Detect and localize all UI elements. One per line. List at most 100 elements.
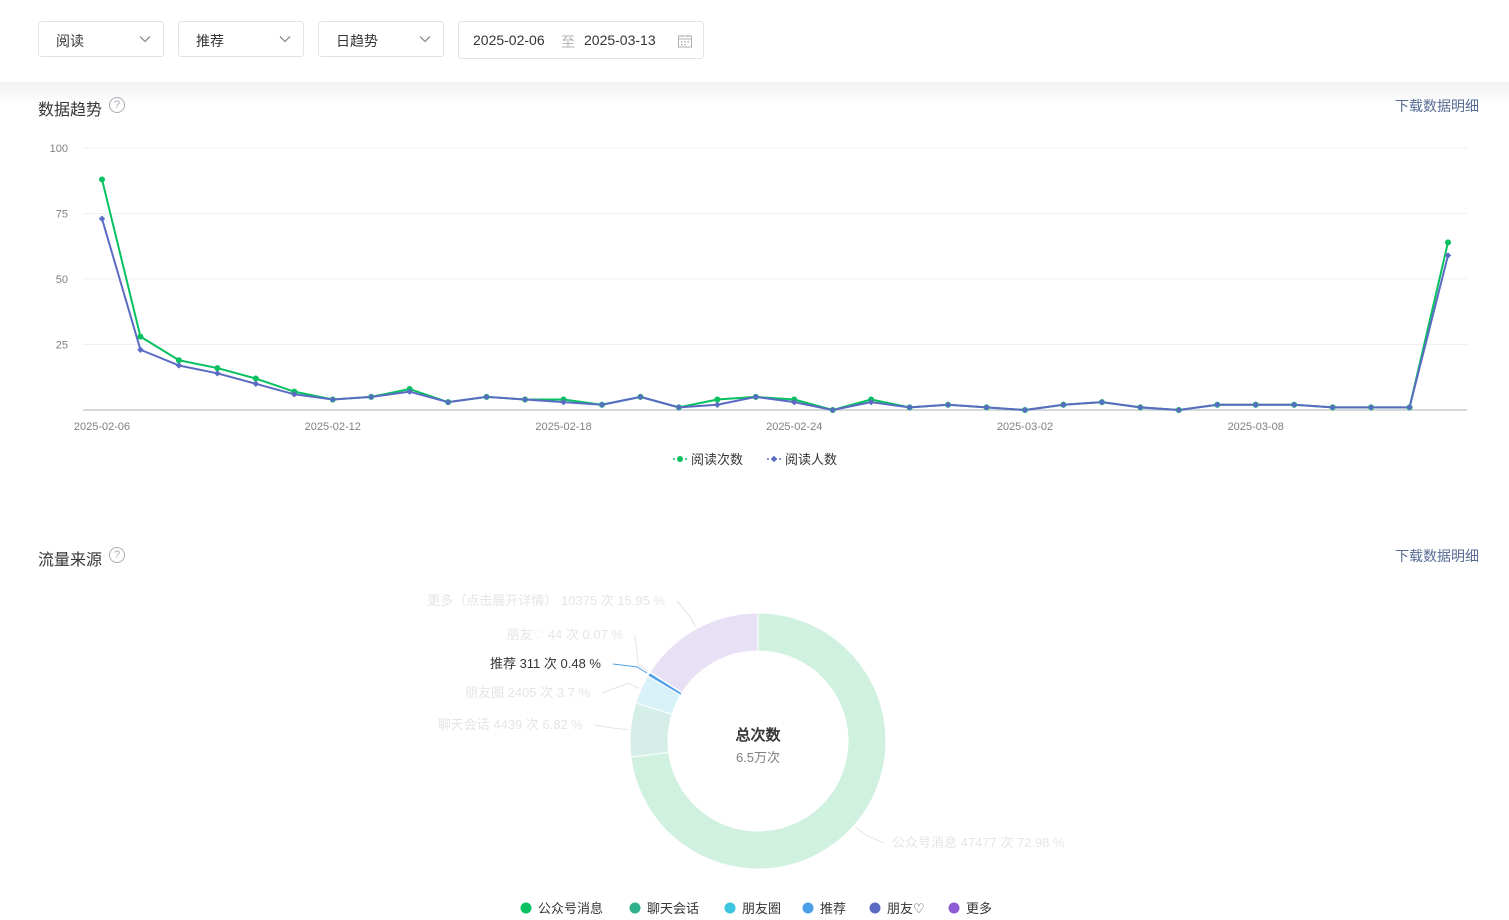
series-2-point[interactable] <box>329 396 336 403</box>
slice-label: 更多（点击展开详情） 10375 次 15.95 % <box>427 593 665 608</box>
leader-line <box>601 682 640 694</box>
legend-marker-icon <box>677 456 683 462</box>
pie-legend-item-3[interactable]: 朋友圈 <box>724 901 782 916</box>
legend-dot-icon <box>724 902 736 914</box>
slice-label: 朋友圈 2405 次 3.7 % <box>465 685 590 700</box>
source-select-label: 推荐 <box>196 33 224 49</box>
series-2-point[interactable] <box>214 370 221 377</box>
trend-download-link[interactable]: 下载数据明细 <box>1395 96 1479 116</box>
series-2-point[interactable] <box>1214 401 1221 408</box>
series-2-point[interactable] <box>829 406 836 414</box>
date-separator: 至 <box>561 34 575 50</box>
series-2-point[interactable] <box>1175 406 1182 414</box>
series-2-point[interactable] <box>521 396 529 403</box>
leader-line <box>594 724 629 731</box>
pie-legend-item-2[interactable]: 聊天会话 <box>629 901 700 916</box>
date-end[interactable]: 2025-03-13 <box>584 32 656 48</box>
series-2-point[interactable] <box>175 362 183 369</box>
legend-item-1[interactable]: 阅读次数 <box>673 452 743 467</box>
series-line-1 <box>101 179 1449 411</box>
x-tick-label: 2025-02-24 <box>766 421 822 433</box>
pie-legend-label: 更多 <box>966 901 992 916</box>
chevron-down-icon <box>279 36 291 43</box>
y-tick-label: 75 <box>56 209 68 221</box>
metric-select[interactable]: 阅读 <box>38 21 164 57</box>
trend-help-icon[interactable]: ? <box>109 97 125 113</box>
series-2-point[interactable] <box>714 401 721 408</box>
legend-dot-icon <box>520 902 532 914</box>
trend-line-chart: 25 50 75 100 2025-02-06 2025-02-12 2025-02-18 2… <box>50 143 1467 467</box>
series-2-point[interactable] <box>137 346 144 353</box>
chevron-down-icon <box>139 36 151 43</box>
series-2-point[interactable] <box>444 398 452 406</box>
series-2-point[interactable] <box>98 215 106 222</box>
traffic-help-icon[interactable]: ? <box>109 547 125 563</box>
legend-label: 阅读次数 <box>691 452 743 467</box>
donut-center-value: 6.5万次 <box>736 750 780 765</box>
pie-legend-label: 推荐 <box>820 901 846 916</box>
series-2-point[interactable] <box>752 393 759 401</box>
traffic-title: 流量来源 <box>38 552 103 569</box>
series-2-point[interactable] <box>1098 398 1106 406</box>
legend-dot-icon <box>629 902 641 914</box>
trend-title: 数据趋势 <box>38 102 103 119</box>
series-2-point[interactable] <box>637 393 644 401</box>
series-2-point[interactable] <box>368 393 375 401</box>
source-select[interactable]: 推荐 <box>178 21 304 57</box>
pie-legend-label: 聊天会话 <box>647 901 699 916</box>
y-tick-label: 25 <box>56 340 68 352</box>
series-line-2 <box>101 218 1449 411</box>
series-2-point[interactable] <box>1021 406 1029 414</box>
series-2-point[interactable] <box>598 401 606 408</box>
leader-line <box>855 826 885 844</box>
calendar-icon <box>678 34 692 48</box>
pie-legend-label: 公众号消息 <box>538 901 603 916</box>
x-tick-label: 2025-02-18 <box>535 421 591 433</box>
legend-dot-icon <box>869 902 881 914</box>
toolbar-shadow <box>0 82 1509 106</box>
donut-center-title: 总次数 <box>735 726 781 744</box>
slice-label: 推荐 311 次 0.48 % <box>490 656 601 671</box>
leader-line <box>634 634 649 672</box>
leader-line <box>612 663 648 674</box>
x-tick-label: 2025-03-08 <box>1228 421 1284 433</box>
legend-dot-icon <box>948 902 960 914</box>
chevron-down-icon <box>419 36 431 43</box>
slice-label: 公众号消息 47477 次 72.98 % <box>892 835 1065 850</box>
leader-line <box>676 600 696 628</box>
x-tick-label: 2025-02-12 <box>305 421 361 433</box>
metric-select-label: 阅读 <box>56 33 84 49</box>
pie-legend-item-1[interactable]: 公众号消息 <box>520 901 604 916</box>
series-2-point[interactable] <box>1252 401 1259 408</box>
traffic-download-link[interactable]: 下载数据明细 <box>1395 546 1479 566</box>
date-start[interactable]: 2025-02-06 <box>473 32 545 48</box>
slice-label: 聊天会话 4439 次 6.82 % <box>438 717 584 732</box>
y-tick-label: 50 <box>56 274 68 286</box>
y-tick-label: 100 <box>50 143 68 155</box>
x-tick-label: 2025-03-02 <box>997 421 1053 433</box>
granularity-select[interactable]: 日趋势 <box>318 21 444 57</box>
legend-item-2[interactable]: 阅读人数 <box>767 452 837 467</box>
series-2-point[interactable] <box>252 380 260 387</box>
series-2-point[interactable] <box>944 401 952 408</box>
pie-legend-item-5[interactable]: 朋友♡ <box>869 901 925 916</box>
pie-legend-item-6[interactable]: 更多 <box>948 901 993 916</box>
pie-legend-item-4[interactable]: 推荐 <box>802 901 847 916</box>
pie-legend-label: 朋友圈 <box>742 901 781 916</box>
legend-marker-icon <box>770 455 778 463</box>
donut-slice-6[interactable] <box>649 612 759 694</box>
legend-dot-icon <box>802 902 814 914</box>
series-2-point[interactable] <box>483 393 490 401</box>
series-2-point[interactable] <box>1060 401 1067 408</box>
granularity-select-label: 日趋势 <box>336 33 378 49</box>
date-range-picker[interactable]: 2025-02-06 至 2025-03-13 <box>458 21 704 59</box>
filter-toolbar: 阅读 推荐 日趋势 2025-02-06 至 2025-03-13 <box>0 0 1509 82</box>
series-2-point[interactable] <box>1290 401 1298 408</box>
series-1-point[interactable] <box>99 176 105 183</box>
x-tick-label: 2025-02-06 <box>74 421 130 433</box>
series-1-point[interactable] <box>1445 239 1451 246</box>
slice-label: 朋友♡ 44 次 0.07 % <box>507 627 624 642</box>
series-1-point[interactable] <box>137 333 144 340</box>
traffic-donut-chart: 公众号消息 47477 次 72.98 % 聊天会话 4439 次 6.82 % 朋… <box>427 593 1065 916</box>
pie-legend-label: 朋友♡ <box>887 901 925 916</box>
